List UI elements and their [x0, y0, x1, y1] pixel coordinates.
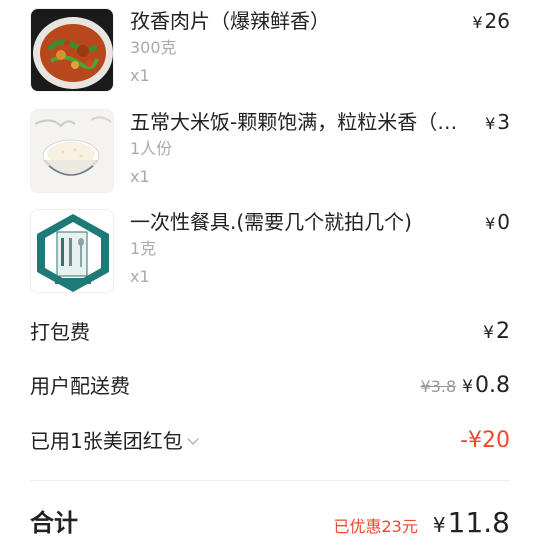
item-qty: x1	[130, 267, 150, 286]
yen-symbol: ¥	[485, 214, 496, 233]
item-qty: x1	[130, 66, 150, 85]
packing-fee-label: 打包费	[30, 320, 90, 344]
yen-symbol: ¥	[432, 513, 446, 537]
order-item[interactable]: 一次性餐具.(需要几个就拍几个) 1克 x1 ¥0	[30, 209, 510, 299]
coupon-value: -¥20	[460, 428, 510, 453]
yen-symbol: ¥	[485, 114, 496, 133]
total-amount: 11.8	[447, 506, 510, 539]
item-spec: 300克	[130, 38, 177, 57]
rice-bowl-icon	[30, 109, 114, 193]
chevron-down-icon	[187, 433, 199, 445]
yen-symbol: ¥	[472, 13, 483, 32]
yen-symbol: ¥	[483, 323, 494, 343]
stir-fry-dish-icon	[30, 8, 114, 92]
total-value: ¥11.8	[433, 506, 510, 539]
item-spec: 1人份	[130, 139, 173, 158]
item-spec: 1克	[130, 239, 157, 258]
coupon-row[interactable]: 已用1张美团红包 -¥20	[30, 426, 510, 456]
item-price-value: 3	[497, 110, 510, 134]
item-price: ¥3	[485, 109, 510, 137]
item-qty: x1	[130, 167, 150, 186]
item-name: 五常大米饭-颗颗饱满，粒粒米香（2...	[130, 110, 460, 134]
yen-symbol: ¥	[462, 377, 473, 397]
order-item[interactable]: 孜香肉片（爆辣鲜香） 300克 x1 ¥26	[30, 8, 510, 98]
packing-fee-row: 打包费 ¥2	[30, 317, 510, 347]
delivery-fee-label: 用户配送费	[30, 374, 130, 398]
total-summary: 已优惠23元 ¥11.8	[333, 506, 510, 544]
delivery-fee-row: 用户配送费 ¥3.8 ¥0.8	[30, 371, 510, 401]
order-item[interactable]: 五常大米饭-颗颗饱满，粒粒米香（2... 1人份 x1 ¥3	[30, 109, 510, 199]
delivery-fee-original: ¥3.8	[420, 377, 457, 396]
item-name: 孜香肉片（爆辣鲜香）	[130, 9, 330, 33]
divider	[30, 480, 510, 481]
discount-text: 已优惠23元	[333, 517, 418, 536]
item-name: 一次性餐具.(需要几个就拍几个)	[130, 210, 412, 234]
delivery-fee-value: ¥3.8 ¥0.8	[421, 371, 510, 402]
item-price: ¥26	[472, 8, 510, 36]
tableware-package-icon	[30, 209, 114, 293]
coupon-label: 已用1张美团红包	[30, 429, 183, 453]
item-price: ¥0	[485, 209, 510, 237]
item-price-value: 26	[484, 9, 510, 33]
packing-fee-value: ¥2	[483, 317, 510, 348]
delivery-fee-amount: 0.8	[475, 373, 510, 398]
coupon-label-wrap[interactable]: 已用1张美团红包	[30, 426, 199, 456]
packing-fee-amount: 2	[496, 319, 510, 344]
item-price-value: 0	[497, 210, 510, 234]
total-label: 合计	[30, 509, 78, 537]
